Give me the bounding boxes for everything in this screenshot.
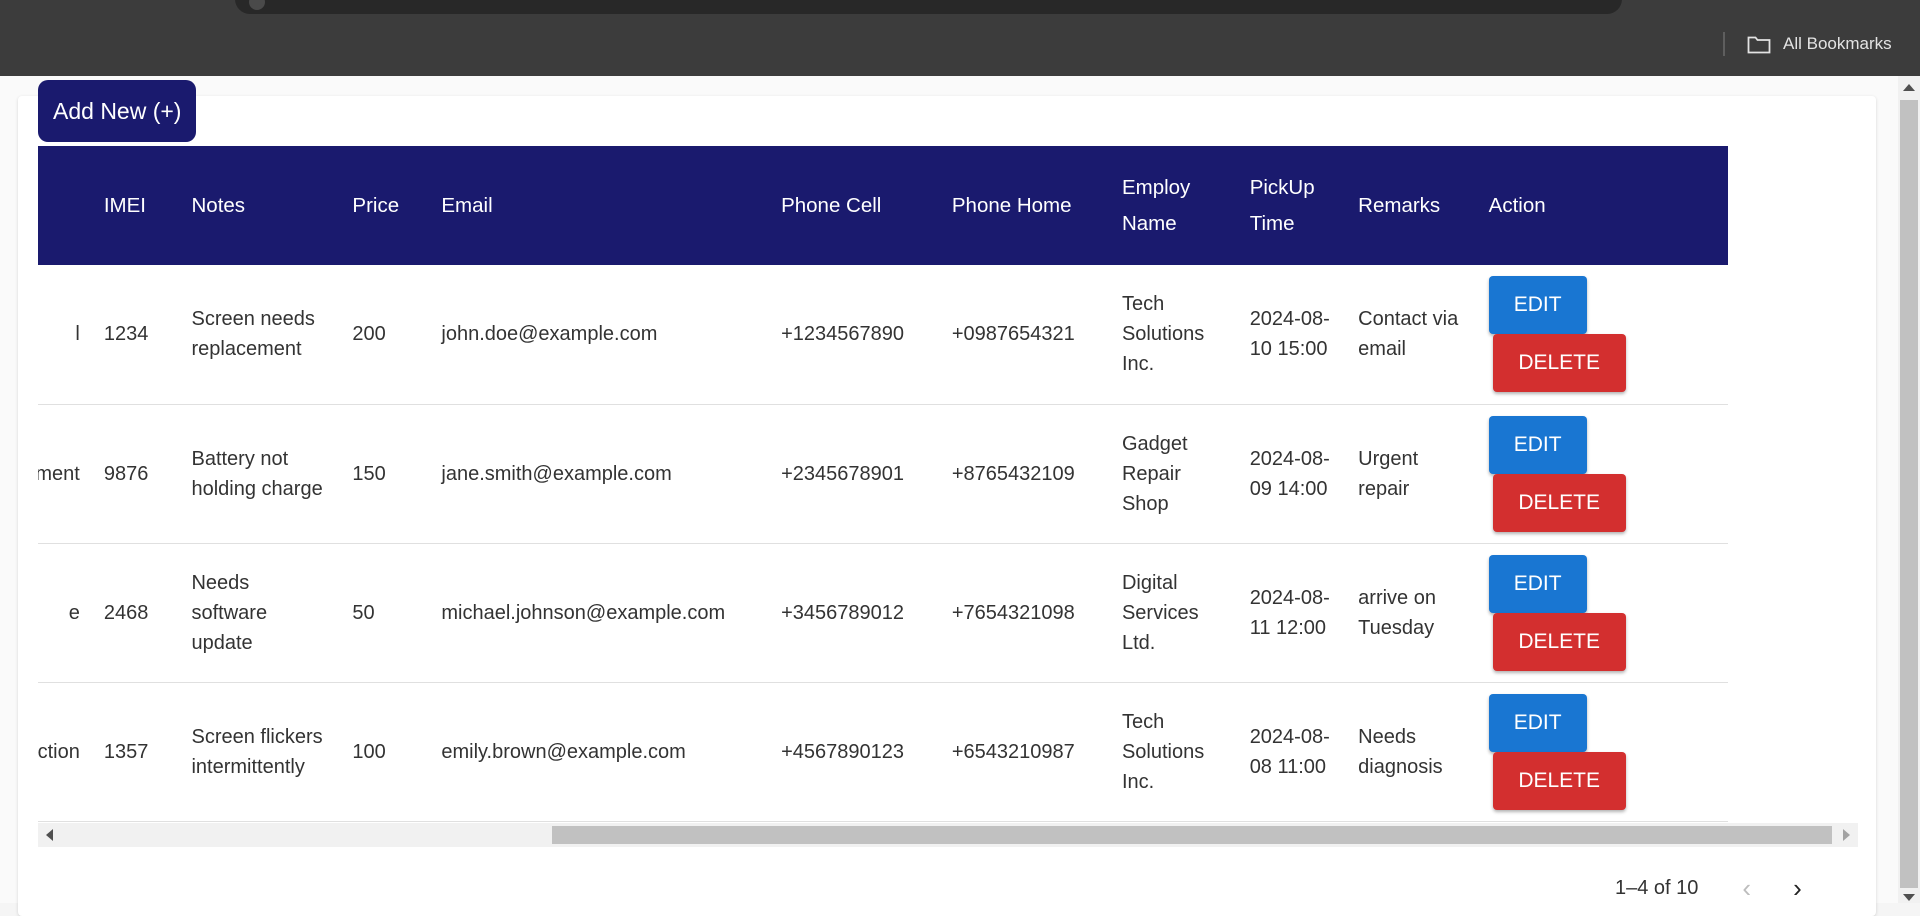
table-row: ement 9876 Battery not holding charge 15… [38,404,1728,544]
all-bookmarks-button[interactable]: All Bookmarks [1747,31,1892,57]
add-new-button[interactable]: Add New (+) [38,80,197,142]
scroll-right-icon[interactable] [1843,829,1850,841]
table-row: ction 1357 Screen flickers intermittentl… [38,682,1728,822]
cell-phone-home: +0987654321 [939,265,1110,405]
cell-phone-cell: +4567890123 [769,682,940,822]
address-bar[interactable] [235,0,1622,14]
cell-notes: Screen flickers intermittently [179,682,341,822]
cell-employ-name: Tech Solutions Inc. [1109,682,1238,822]
browser-toolbar: All Bookmarks [0,0,1920,76]
repairs-table: IMEI Notes Price Email Phone Cell Phone … [38,146,1728,822]
vertical-scrollbar[interactable] [1898,76,1920,903]
cell-pickup-time: 2024-08-09 14:00 [1237,404,1347,544]
cell-action: EDITDELETE [1476,543,1728,683]
edit-button[interactable]: EDIT [1488,276,1587,335]
cell-phone-home: +8765432109 [939,404,1110,544]
cell-email: emily.brown@example.com [429,682,770,822]
header-remarks: Remarks [1358,193,1441,217]
cell-imei: 1357 [91,682,180,822]
cell-email: john.doe@example.com [429,265,770,405]
cell-pickup-time: 2024-08-08 11:00 [1237,682,1347,822]
cell-email: michael.johnson@example.com [429,543,770,683]
header-imei: IMEI [103,193,147,217]
horizontal-scrollbar[interactable] [38,823,1858,847]
cell-notes: Battery not holding charge [179,404,341,544]
cell-remarks: arrive on Tuesday [1346,543,1477,683]
cell-action: EDITDELETE [1476,404,1728,544]
scroll-up-icon[interactable] [1903,84,1915,91]
cell-employ-name: Gadget Repair Shop [1109,404,1238,544]
delete-button[interactable]: DELETE [1492,751,1626,810]
cell-phone-home: +7654321098 [939,543,1110,683]
site-info-icon[interactable] [249,0,265,10]
cell-email: jane.smith@example.com [429,404,770,544]
folder-icon [1747,36,1771,54]
cell-notes: Needs software update [179,543,341,683]
cell-partial: e [38,543,92,683]
cell-phone-cell: +2345678901 [769,404,940,544]
cell-action: EDITDELETE [1476,682,1728,822]
cell-imei: 9876 [91,404,180,544]
cell-price: 50 [340,543,430,683]
scroll-down-icon[interactable] [1903,894,1915,901]
cell-phone-home: +6543210987 [939,682,1110,822]
cell-price: 100 [340,682,430,822]
bookmarks-separator [1723,32,1725,56]
cell-remarks: Contact via email [1346,265,1477,405]
header-partial [38,146,92,265]
cell-imei: 1234 [91,265,180,405]
pagination: 1–4 of 10 ‹ › [1615,873,1802,903]
cell-partial: l [38,265,92,405]
all-bookmarks-label: All Bookmarks [1783,34,1892,53]
cell-action: EDITDELETE [1476,265,1728,405]
cell-notes: Screen needs replacement [179,265,341,405]
cell-remarks: Needs diagnosis [1346,682,1477,822]
edit-button[interactable]: EDIT [1488,554,1587,613]
table-row: l 1234 Screen needs replacement 200 john… [38,265,1728,405]
cell-phone-cell: +1234567890 [769,265,940,405]
chevron-right-icon[interactable]: › [1793,873,1802,904]
header-email: Email [441,193,493,217]
header-pickup-time: PickUp Time [1249,175,1315,235]
chevron-left-icon[interactable]: ‹ [1742,873,1751,904]
cell-employ-name: Tech Solutions Inc. [1109,265,1238,405]
header-price: Price [352,193,400,217]
header-notes: Notes [191,193,246,217]
header-employ-name: Employ Name [1121,175,1191,235]
vertical-scroll-thumb[interactable] [1900,100,1918,888]
delete-button[interactable]: DELETE [1492,612,1626,671]
cell-partial: ction [38,682,92,822]
cell-partial: ement [38,404,92,544]
cell-price: 150 [340,404,430,544]
cell-remarks: Urgent repair [1346,404,1477,544]
cell-pickup-time: 2024-08-10 15:00 [1237,265,1347,405]
header-phone-home: Phone Home [951,193,1072,217]
table-row: e 2468 Needs software update 50 michael.… [38,543,1728,683]
delete-button[interactable]: DELETE [1492,473,1626,532]
scroll-left-icon[interactable] [46,829,53,841]
cell-price: 200 [340,265,430,405]
edit-button[interactable]: EDIT [1488,415,1587,474]
edit-button[interactable]: EDIT [1488,693,1587,752]
delete-button[interactable]: DELETE [1492,334,1626,393]
table-header-row: IMEI Notes Price Email Phone Cell Phone … [38,146,1728,265]
horizontal-scroll-thumb[interactable] [552,826,1832,844]
header-action: Action [1488,193,1546,217]
cell-imei: 2468 [91,543,180,683]
pagination-range: 1–4 of 10 [1615,876,1699,899]
table-container: IMEI Notes Price Email Phone Cell Phone … [38,146,1858,822]
cell-phone-cell: +3456789012 [769,543,940,683]
cell-pickup-time: 2024-08-11 12:00 [1237,543,1347,683]
cell-employ-name: Digital Services Ltd. [1109,543,1238,683]
header-phone-cell: Phone Cell [781,193,882,217]
